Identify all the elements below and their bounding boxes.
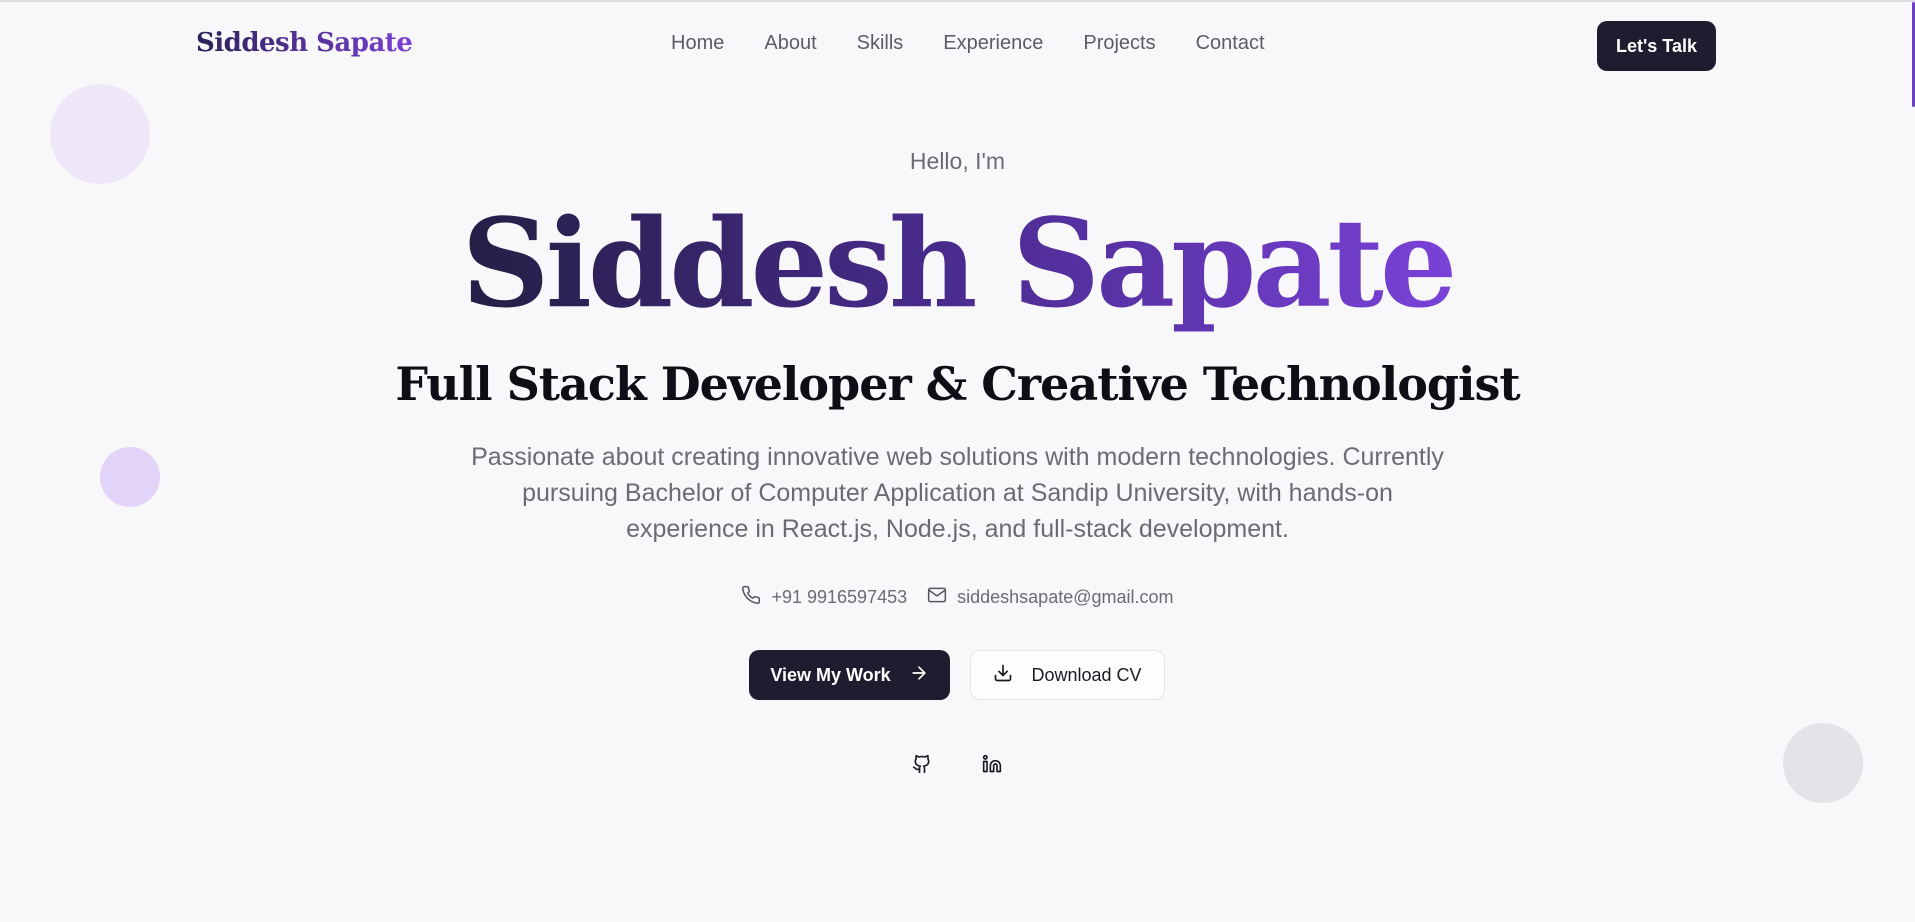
nav-link-contact[interactable]: Contact (1196, 32, 1265, 55)
phone-icon (741, 585, 761, 610)
top-navigation: Siddesh Sapate Home About Skills Experie… (0, 2, 1915, 88)
contact-info: +91 9916597453 siddeshsapate@gmail.com (0, 585, 1915, 610)
hero-name-text: Siddesh Sapate (461, 191, 1457, 335)
github-icon[interactable] (910, 752, 934, 776)
nav-link-projects[interactable]: Projects (1083, 32, 1155, 55)
phone-contact[interactable]: +91 9916597453 (741, 585, 907, 610)
hero-subtitle: Full Stack Developer & Creative Technolo… (395, 357, 1520, 411)
decorative-circle (100, 447, 160, 507)
mail-icon (927, 585, 947, 610)
view-my-work-button[interactable]: View My Work (749, 650, 950, 700)
decorative-circle (1783, 723, 1863, 803)
download-cv-label: Download CV (1031, 664, 1142, 685)
linkedin-icon[interactable] (980, 752, 1004, 776)
nav-link-skills[interactable]: Skills (857, 32, 904, 55)
hero-description: Passionate about creating innovative web… (471, 443, 1444, 543)
hero-actions: View My Work Download CV (749, 650, 1165, 700)
download-cv-button[interactable]: Download CV (970, 650, 1165, 700)
download-icon (993, 663, 1013, 688)
hero-name: Siddesh Sapate (0, 190, 1915, 336)
nav-link-experience[interactable]: Experience (943, 32, 1043, 55)
arrow-right-icon (909, 663, 929, 688)
nav-link-about[interactable]: About (764, 32, 816, 55)
hero-greeting: Hello, I'm (909, 148, 1006, 174)
nav-links: Home About Skills Experience Projects Co… (671, 32, 1265, 55)
email-address: siddeshsapate@gmail.com (957, 587, 1174, 607)
phone-number: +91 9916597453 (771, 587, 908, 607)
social-links (910, 752, 1004, 776)
site-logo[interactable]: Siddesh Sapate (196, 28, 413, 58)
lets-talk-button[interactable]: Let's Talk (1597, 21, 1716, 71)
nav-link-home[interactable]: Home (671, 32, 724, 55)
email-contact[interactable]: siddeshsapate@gmail.com (927, 585, 1174, 610)
view-my-work-label: View My Work (770, 664, 891, 685)
